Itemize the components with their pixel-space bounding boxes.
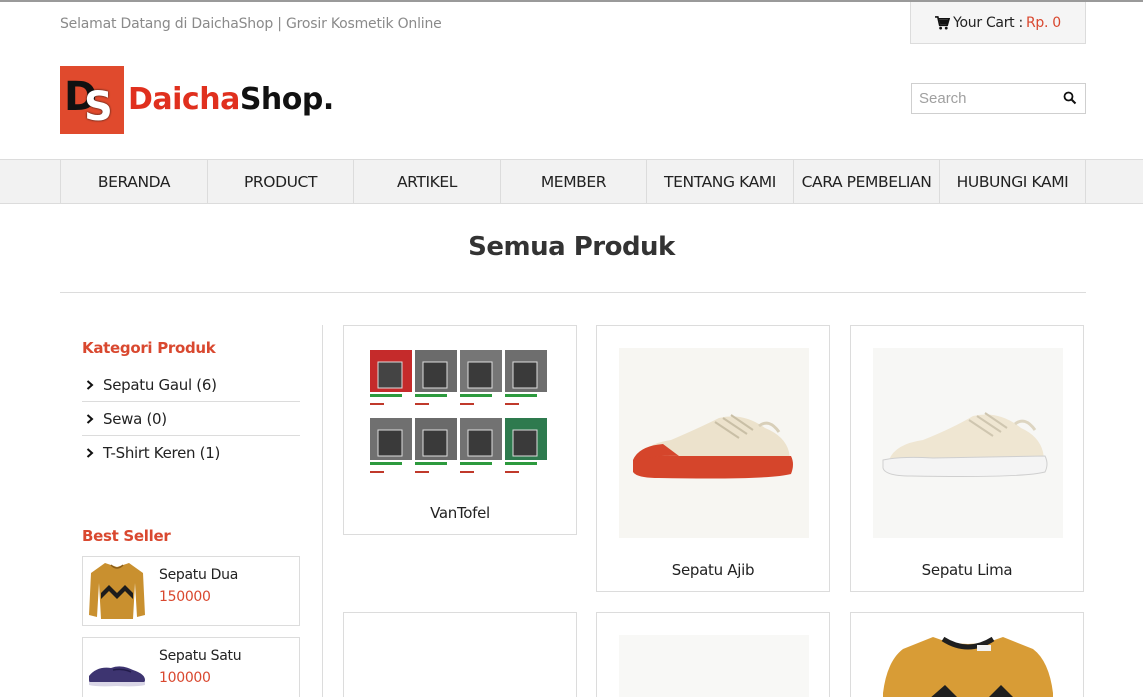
product-card[interactable]: VanTofel bbox=[343, 325, 577, 535]
sweater-thumbnail-icon bbox=[87, 559, 147, 623]
product-name: Sepatu Lima bbox=[921, 561, 1013, 579]
search-input[interactable] bbox=[912, 84, 1052, 113]
nav-item-artikel[interactable]: ARTIKEL bbox=[354, 160, 501, 203]
nav-item-cara-pembelian[interactable]: CARA PEMBELIAN bbox=[794, 160, 940, 203]
logo-mark-s: S bbox=[84, 84, 113, 130]
category-label: T-Shirt Keren (1) bbox=[103, 444, 221, 462]
best-seller-item[interactable]: Sepatu Satu 100000 bbox=[82, 637, 300, 697]
product-card[interactable] bbox=[596, 612, 830, 697]
best-seller-item[interactable]: Sepatu Dua 150000 bbox=[82, 556, 300, 626]
cart-amount: Rp. 0 bbox=[1025, 14, 1061, 31]
product-card[interactable] bbox=[850, 612, 1084, 697]
category-label: Sewa (0) bbox=[103, 409, 167, 428]
sneaker-white-sole-image bbox=[873, 348, 1063, 538]
nav-item-product[interactable]: PRODUCT bbox=[208, 160, 354, 203]
nav-item-beranda[interactable]: BERANDA bbox=[61, 160, 208, 203]
best-seller-name: Sepatu Satu bbox=[159, 648, 242, 664]
loafer-shoe-thumbnail-icon bbox=[87, 640, 147, 697]
logo-brand-text: DaichaShop. bbox=[128, 82, 334, 117]
product-name: VanTofel bbox=[430, 504, 490, 522]
blank-product-image bbox=[619, 635, 809, 697]
logo-mark: D S bbox=[60, 66, 124, 134]
sweater-image bbox=[873, 633, 1063, 697]
category-item-sepatu-gaul[interactable]: Sepatu Gaul (6) bbox=[82, 368, 300, 402]
welcome-text: Selamat Datang di DaichaShop | Grosir Ko… bbox=[60, 16, 442, 32]
cart-label: Your Cart : bbox=[953, 14, 1023, 31]
sneaker-red-sole-image bbox=[619, 348, 809, 538]
category-item-t-shirt-keren[interactable]: T-Shirt Keren (1) bbox=[82, 436, 300, 470]
best-seller-heading: Best Seller bbox=[82, 527, 171, 545]
chevron-right-icon bbox=[86, 448, 94, 458]
category-item-sewa[interactable]: Sewa (0) bbox=[82, 402, 300, 436]
category-list: Sepatu Gaul (6) Sewa (0) T-Shirt Keren (… bbox=[82, 368, 300, 470]
site-logo[interactable]: D S DaichaShop. bbox=[60, 66, 334, 134]
logo-brand-dark: Shop. bbox=[239, 82, 334, 117]
nav-item-hubungi-kami[interactable]: HUBUNGI KAMI bbox=[940, 160, 1086, 203]
product-card[interactable] bbox=[343, 612, 577, 697]
product-card[interactable]: Sepatu Ajib bbox=[596, 325, 830, 592]
product-card[interactable]: Sepatu Lima bbox=[850, 325, 1084, 592]
best-seller-price: 150000 bbox=[159, 589, 211, 605]
chevron-right-icon bbox=[86, 379, 94, 390]
categories-heading: Kategori Produk bbox=[82, 339, 216, 357]
best-seller-name: Sepatu Dua bbox=[159, 567, 239, 583]
nav-item-member[interactable]: MEMBER bbox=[501, 160, 647, 203]
shopping-cart-icon bbox=[935, 15, 951, 30]
category-label: Sepatu Gaul (6) bbox=[103, 375, 217, 394]
product-name: Sepatu Ajib bbox=[671, 561, 755, 579]
title-divider bbox=[60, 292, 1086, 293]
cart-button[interactable]: Your Cart : Rp. 0 bbox=[910, 2, 1086, 44]
nav-item-tentang-kami[interactable]: TENTANG KAMI bbox=[647, 160, 794, 203]
search-box bbox=[911, 83, 1086, 114]
chevron-right-icon bbox=[86, 413, 94, 424]
main-navigation: BERANDA PRODUCT ARTIKEL MEMBER TENTANG K… bbox=[0, 159, 1143, 204]
best-seller-price: 100000 bbox=[159, 670, 211, 686]
sidebar-divider bbox=[322, 325, 323, 697]
sd-card-grid-image bbox=[368, 348, 548, 480]
search-icon[interactable] bbox=[1063, 91, 1077, 105]
page-title: Semua Produk bbox=[468, 232, 675, 262]
logo-brand-red: Daicha bbox=[128, 82, 240, 117]
